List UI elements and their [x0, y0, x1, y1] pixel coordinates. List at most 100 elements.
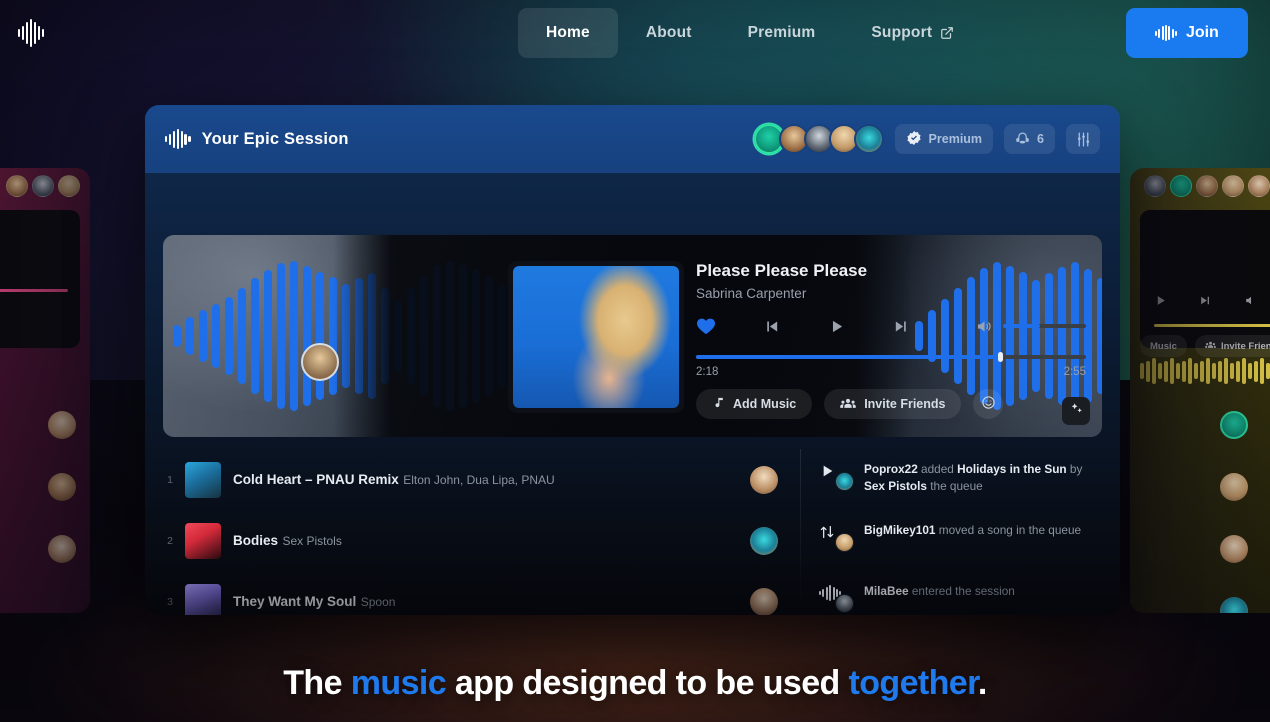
- play-button[interactable]: [828, 318, 845, 335]
- like-button[interactable]: [696, 317, 716, 335]
- reorder-arrows-icon: [819, 524, 835, 545]
- progress-knob[interactable]: [998, 352, 1004, 362]
- nav-label: Premium: [747, 24, 816, 41]
- next-track-button[interactable]: [893, 318, 910, 335]
- album-art-image: [513, 266, 679, 408]
- sparkle-ai-button[interactable]: [1062, 397, 1090, 425]
- tagline-part2: app designed to be used: [446, 664, 849, 702]
- album-thumbnail: [185, 583, 221, 615]
- activity-artist: Sex Pistols: [864, 479, 927, 494]
- tagline-part1: The: [283, 664, 351, 702]
- side-left-fade: [0, 168, 90, 613]
- queue-track-title: They Want My Soul: [233, 593, 357, 609]
- queue-index: 1: [167, 473, 173, 486]
- nav-item-home[interactable]: Home: [518, 8, 618, 58]
- nav-item-premium[interactable]: Premium: [720, 8, 844, 58]
- activity-text: Poprox22 added Holidays in the Sun by Se…: [864, 461, 1104, 495]
- tagline-part3: .: [977, 664, 987, 702]
- join-button[interactable]: Join: [1126, 8, 1248, 58]
- external-link-icon: [940, 26, 954, 40]
- elapsed-time: 2:18: [696, 366, 719, 378]
- chip-label: Add Music: [733, 397, 797, 411]
- nav-label: Support: [871, 24, 933, 41]
- table-row[interactable]: 2 Bodies Sex Pistols: [163, 510, 778, 571]
- queue-track-artist: Elton John, Dua Lipa, PNAU: [403, 472, 555, 487]
- activity-subject: Holidays in the Sun: [957, 462, 1067, 476]
- activity-verb: entered the session: [908, 584, 1015, 598]
- queue-index: 3: [167, 595, 173, 608]
- nav-item-about[interactable]: About: [618, 8, 720, 58]
- premium-badge[interactable]: Premium: [894, 124, 994, 154]
- activity-text: BigMikey101 moved a song in the queue: [864, 522, 1081, 539]
- track-artist: Sabrina Carpenter: [696, 286, 807, 301]
- invite-friends-button[interactable]: Invite Friends: [824, 389, 962, 419]
- player-action-chips: Add Music Invite Friends: [696, 389, 1086, 419]
- speaker-volume-icon[interactable]: [975, 318, 993, 335]
- waveform-logo-icon[interactable]: [16, 18, 46, 48]
- tagline-highlight1: music: [350, 664, 447, 702]
- nav-label: About: [645, 24, 692, 41]
- session-app-window: Your Epic Session Premium 6 Please Pleas…: [145, 105, 1120, 615]
- progress-fill: [696, 355, 1001, 359]
- add-music-button[interactable]: Add Music: [696, 389, 813, 419]
- sparkle-ai-icon: [1069, 401, 1084, 421]
- listeners-count: 6: [1037, 132, 1044, 146]
- queue-track-artist: Sex Pistols: [282, 533, 342, 548]
- emoji-reaction-button[interactable]: [973, 389, 1004, 419]
- queue-text: They Want My Soul Spoon: [233, 593, 738, 611]
- queue-added-by-avatar[interactable]: [750, 526, 778, 555]
- player-controls: [696, 317, 1086, 335]
- activity-text: MilaBee entered the session: [864, 583, 1015, 600]
- lower-panels: 1 Cold Heart – PNAU Remix Elton John, Du…: [145, 449, 1120, 615]
- queue-index: 2: [167, 534, 173, 547]
- session-title: Your Epic Session: [201, 129, 349, 148]
- queue-text: Cold Heart – PNAU Remix Elton John, Dua …: [233, 471, 738, 489]
- headphones-group-icon: [1015, 131, 1030, 147]
- avatar: [835, 472, 854, 491]
- volume-fill: [1003, 324, 1040, 328]
- queue-text: Bodies Sex Pistols: [233, 532, 738, 550]
- table-row[interactable]: 3 They Want My Soul Spoon: [163, 571, 778, 615]
- emoji-smiley-icon: [981, 395, 996, 413]
- queue-track-title: Bodies: [233, 532, 279, 548]
- chip-label: Invite Friends: [864, 397, 946, 411]
- previous-track-button[interactable]: [763, 318, 780, 335]
- listeners-count-badge[interactable]: 6: [1004, 124, 1055, 154]
- waveform-logo-icon: [1155, 25, 1177, 41]
- volume-control[interactable]: [975, 318, 1086, 335]
- nav-item-support[interactable]: Support: [843, 8, 982, 58]
- music-note-icon: [712, 396, 725, 412]
- page-tagline: The music app designed to be used togeth…: [0, 664, 1270, 703]
- premium-label: Premium: [928, 132, 983, 146]
- now-playing-info: Please Please Please Sabrina Carpenter 2…: [696, 261, 1086, 419]
- volume-slider[interactable]: [1003, 324, 1086, 328]
- list-item[interactable]: Poprox22 added Holidays in the Sun by Se…: [819, 449, 1104, 510]
- progress-slider[interactable]: [696, 352, 1086, 362]
- list-item[interactable]: MilaBee entered the session: [819, 571, 1104, 615]
- activity-by: by: [1066, 462, 1083, 476]
- join-label: Join: [1185, 24, 1219, 41]
- album-thumbnail: [185, 522, 221, 559]
- queue-added-by-avatar[interactable]: [750, 465, 778, 494]
- track-title: Please Please Please: [696, 261, 868, 280]
- avatar-participant-5[interactable]: [853, 124, 884, 154]
- session-header-controls: Premium 6: [753, 124, 1100, 154]
- session-header: Your Epic Session Premium 6: [145, 105, 1120, 173]
- activity-user: Poprox22: [864, 462, 918, 476]
- verified-badge-icon: [906, 130, 922, 149]
- people-group-icon: [840, 397, 856, 412]
- queue-added-by-avatar[interactable]: [750, 587, 778, 615]
- activity-icon-wrap: [819, 522, 854, 552]
- side-right-fade: [1130, 168, 1270, 613]
- activity-verb: added: [917, 462, 958, 476]
- nav-links: Home About Premium Support: [518, 8, 982, 58]
- time-labels: 2:18 2:55: [696, 366, 1086, 378]
- top-navigation-bar: Home About Premium Support Join: [0, 0, 1270, 66]
- list-item[interactable]: BigMikey101 moved a song in the queue: [819, 510, 1104, 571]
- table-row[interactable]: 1 Cold Heart – PNAU Remix Elton John, Du…: [163, 449, 778, 510]
- equalizer-sliders-icon[interactable]: [1066, 124, 1100, 154]
- activity-verb: moved a song in the queue: [935, 523, 1082, 537]
- tagline-highlight2: together: [848, 664, 979, 702]
- avatar: [835, 533, 854, 552]
- queue-track-title: Cold Heart – PNAU Remix: [233, 471, 399, 487]
